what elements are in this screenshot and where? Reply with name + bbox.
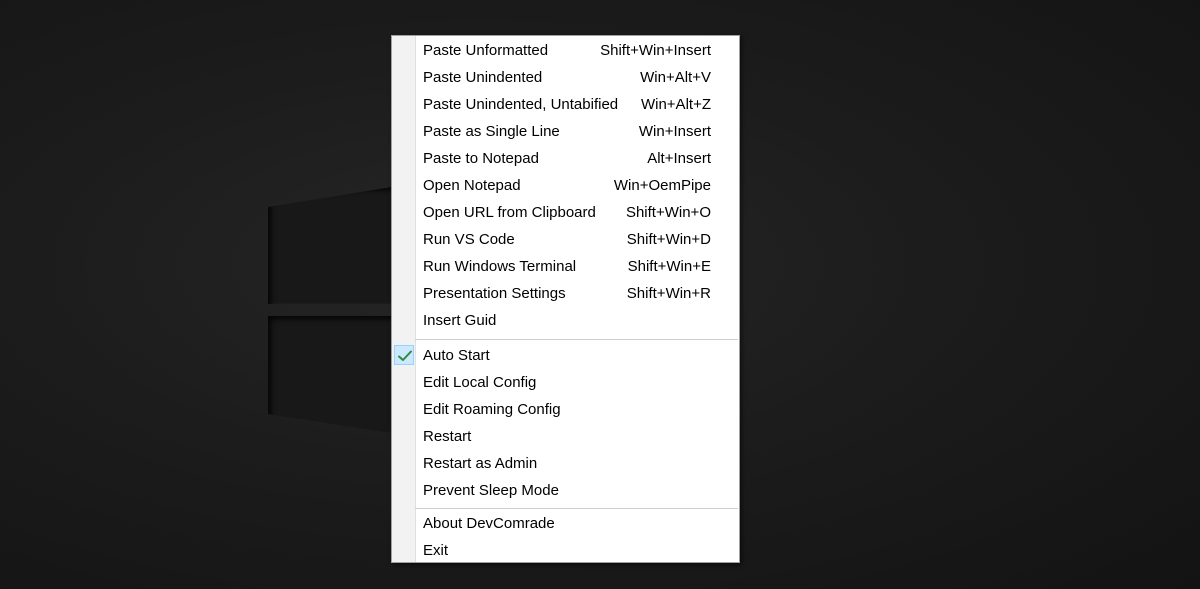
menu-item-shortcut: Alt+Insert bbox=[647, 150, 711, 167]
menu-item-restart[interactable]: Restart bbox=[392, 423, 739, 450]
menu-item-about[interactable]: About DevComrade bbox=[392, 510, 739, 537]
menu-item-open-url-from-clipboard[interactable]: Open URL from Clipboard Shift+Win+O bbox=[392, 199, 739, 226]
menu-item-label: Run Windows Terminal bbox=[423, 258, 577, 275]
menu-item-label: About DevComrade bbox=[423, 515, 555, 532]
menu-item-restart-as-admin[interactable]: Restart as Admin bbox=[392, 450, 739, 477]
menu-item-shortcut: Win+Alt+Z bbox=[640, 96, 711, 113]
menu-item-label: Auto Start bbox=[423, 347, 490, 364]
menu-item-paste-unformatted[interactable]: Paste Unformatted Shift+Win+Insert bbox=[392, 37, 739, 64]
menu-item-label: Exit bbox=[423, 542, 449, 559]
menu-item-label: Run VS Code bbox=[423, 231, 515, 248]
menu-item-label: Paste Unindented bbox=[423, 69, 543, 86]
menu-item-insert-guid[interactable]: Insert Guid bbox=[392, 307, 739, 334]
menu-item-edit-roaming-config[interactable]: Edit Roaming Config bbox=[392, 396, 739, 423]
menu-item-label: Open URL from Clipboard bbox=[423, 204, 596, 221]
menu-separator bbox=[415, 508, 738, 509]
menu-item-label: Prevent Sleep Mode bbox=[423, 482, 559, 499]
menu-item-run-vs-code[interactable]: Run VS Code Shift+Win+D bbox=[392, 226, 739, 253]
menu-item-paste-as-single-line[interactable]: Paste as Single Line Win+Insert bbox=[392, 118, 739, 145]
menu-item-shortcut: Win+OemPipe bbox=[613, 177, 711, 194]
checkmark-icon bbox=[394, 345, 414, 365]
menu-item-label: Paste as Single Line bbox=[423, 123, 560, 140]
menu-item-label: Restart as Admin bbox=[423, 455, 538, 472]
windows-logo-tile bbox=[268, 316, 392, 433]
menu-item-shortcut: Shift+Win+Insert bbox=[600, 42, 711, 59]
menu-item-label: Edit Roaming Config bbox=[423, 401, 561, 418]
menu-item-exit[interactable]: Exit bbox=[392, 537, 739, 564]
menu-item-label: Open Notepad bbox=[423, 177, 521, 194]
menu-item-shortcut: Shift+Win+O bbox=[625, 204, 711, 221]
menu-item-shortcut: Win+Alt+V bbox=[640, 69, 711, 86]
menu-item-label: Presentation Settings bbox=[423, 285, 566, 302]
menu-item-shortcut: Shift+Win+R bbox=[626, 285, 711, 302]
menu-item-edit-local-config[interactable]: Edit Local Config bbox=[392, 369, 739, 396]
windows-logo-tile bbox=[268, 187, 392, 304]
menu-item-prevent-sleep-mode[interactable]: Prevent Sleep Mode bbox=[392, 477, 739, 504]
menu-item-open-notepad[interactable]: Open Notepad Win+OemPipe bbox=[392, 172, 739, 199]
menu-item-paste-unindented-untabified[interactable]: Paste Unindented, Untabified Win+Alt+Z bbox=[392, 91, 739, 118]
menu-item-label: Paste Unindented, Untabified bbox=[423, 96, 619, 113]
menu-item-label: Insert Guid bbox=[423, 312, 497, 329]
menu-item-label: Edit Local Config bbox=[423, 374, 537, 391]
menu-separator bbox=[415, 339, 738, 340]
menu-item-presentation-settings[interactable]: Presentation Settings Shift+Win+R bbox=[392, 280, 739, 307]
menu-item-shortcut: Win+Insert bbox=[638, 123, 711, 140]
menu-item-run-windows-terminal[interactable]: Run Windows Terminal Shift+Win+E bbox=[392, 253, 739, 280]
menu-item-paste-unindented[interactable]: Paste Unindented Win+Alt+V bbox=[392, 64, 739, 91]
context-menu: Paste Unformatted Shift+Win+Insert Paste… bbox=[391, 35, 740, 563]
menu-item-paste-to-notepad[interactable]: Paste to Notepad Alt+Insert bbox=[392, 145, 739, 172]
menu-item-shortcut: Shift+Win+D bbox=[626, 231, 711, 248]
menu-item-auto-start[interactable]: Auto Start bbox=[392, 342, 739, 369]
menu-item-label: Paste Unformatted bbox=[423, 42, 549, 59]
menu-item-label: Paste to Notepad bbox=[423, 150, 539, 167]
menu-item-shortcut: Shift+Win+E bbox=[627, 258, 711, 275]
menu-item-label: Restart bbox=[423, 428, 472, 445]
